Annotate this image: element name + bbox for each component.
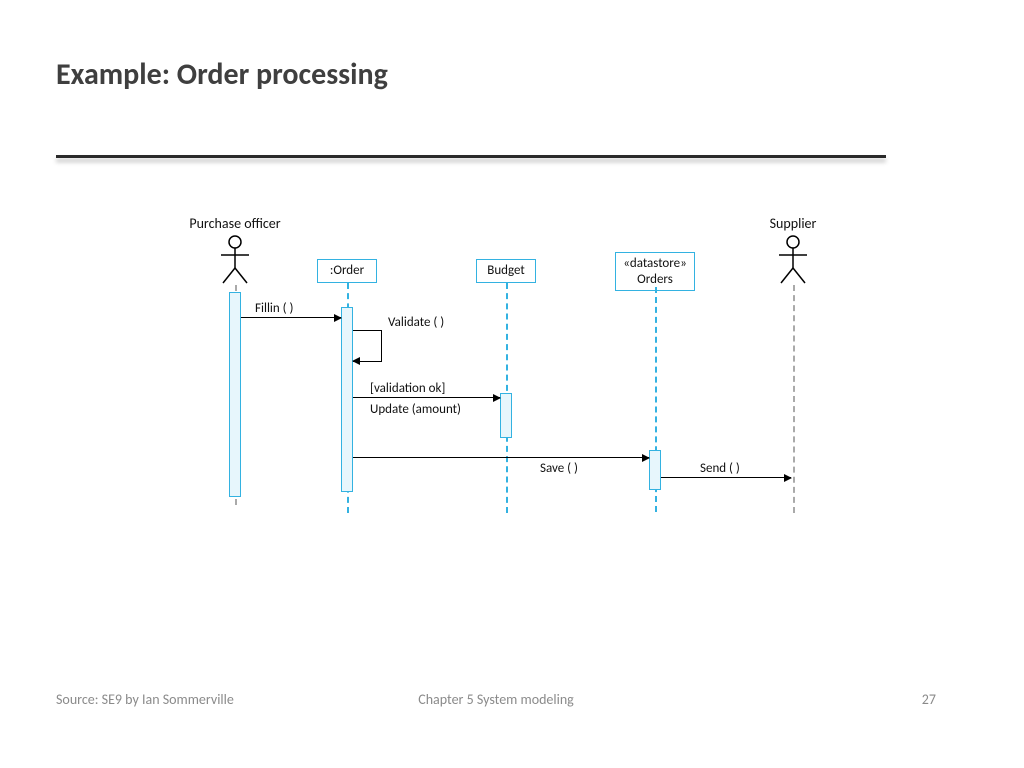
footer-page: 27 (922, 691, 936, 708)
message-save (353, 457, 649, 458)
message-label-fillin: Fillin ( ) (255, 301, 294, 316)
message-send (661, 477, 791, 478)
message-label-validation-ok: [validation ok] (370, 381, 445, 396)
participant-supplier: Supplier (758, 215, 828, 232)
activation-order (341, 307, 353, 492)
activation-purchase-officer (229, 292, 241, 497)
message-fillin (241, 317, 341, 318)
actor-icon (775, 235, 811, 285)
participant-budget: Budget (476, 259, 536, 283)
sequence-diagram: Purchase officer :Order Budget «datastor… (170, 225, 850, 545)
footer-chapter: Chapter 5 System modeling (418, 691, 574, 708)
activation-orders (649, 450, 661, 490)
participant-purchase-officer: Purchase officer (180, 215, 290, 232)
slide-title: Example: Order processing (56, 56, 388, 93)
activation-budget (500, 393, 512, 438)
message-update (353, 397, 500, 398)
participant-orders: «datastore» Orders (615, 252, 695, 291)
footer-source: Source: SE9 by Ian Sommerville (56, 691, 234, 708)
actor-icon (217, 235, 253, 285)
message-validate-selfcall (353, 330, 382, 362)
participant-order: :Order (317, 259, 377, 283)
title-divider (56, 155, 886, 158)
slide-footer: Source: SE9 by Ian Sommerville Chapter 5… (56, 691, 936, 708)
message-label-update: Update (amount) (370, 402, 461, 417)
lifeline-supplier (793, 285, 795, 513)
message-label-validate: Validate ( ) (388, 315, 444, 330)
message-label-send: Send ( ) (700, 461, 740, 476)
message-label-save: Save ( ) (540, 461, 578, 476)
